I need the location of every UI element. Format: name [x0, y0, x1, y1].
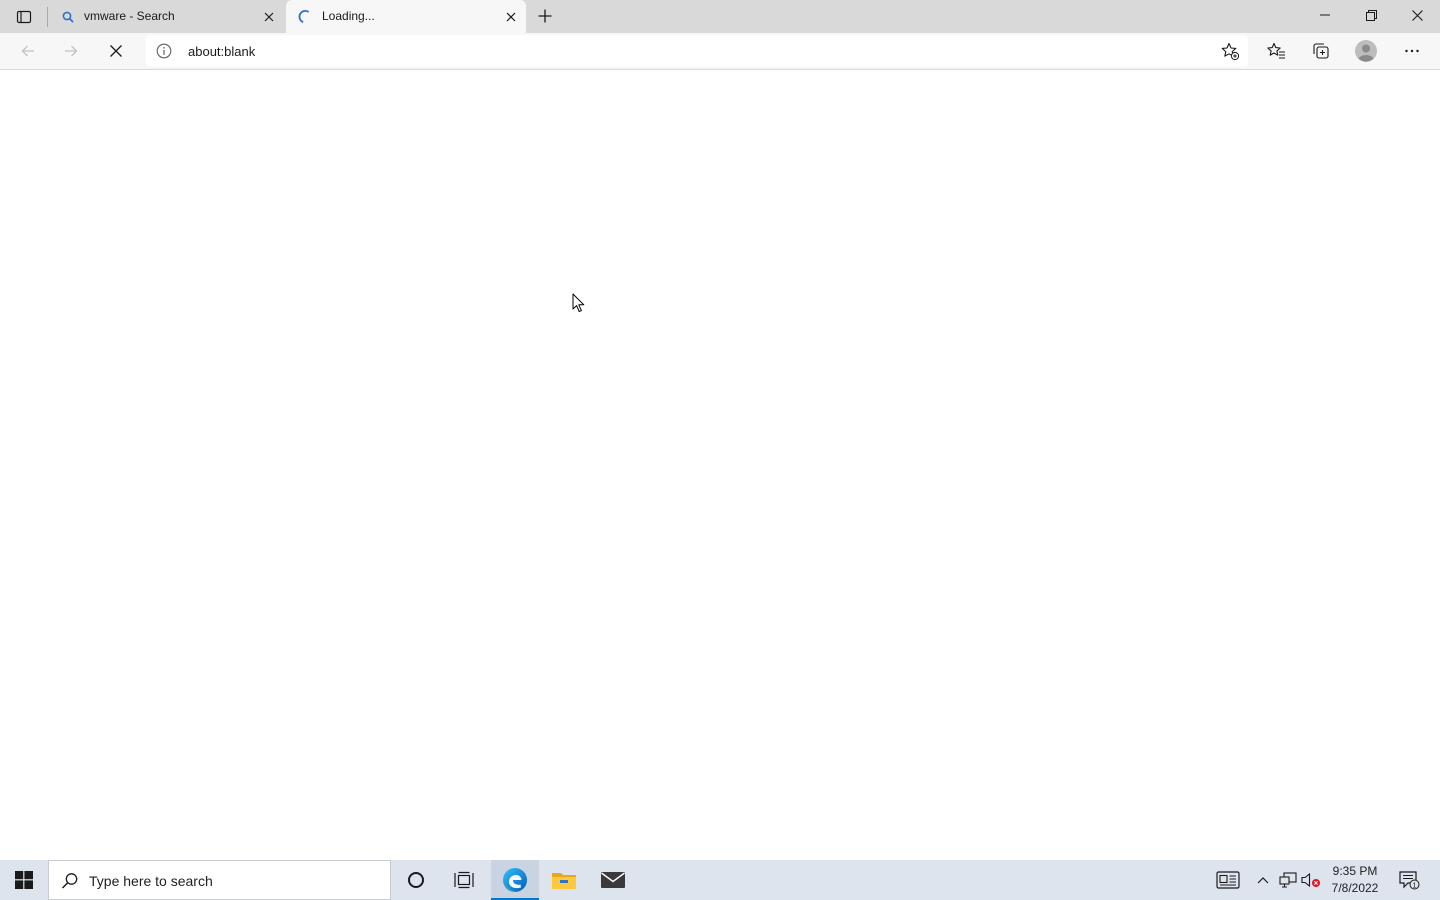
stop-loading-icon[interactable] [101, 37, 131, 65]
search-icon [61, 872, 79, 890]
taskbar-clock[interactable]: 9:35 PM 7/8/2022 [1326, 863, 1384, 897]
show-hidden-icons-chevron-icon[interactable] [1253, 860, 1273, 900]
restore-icon[interactable] [1348, 0, 1394, 30]
new-tab-plus-icon[interactable] [534, 5, 556, 27]
search-icon [60, 9, 76, 25]
minimize-icon[interactable] [1302, 0, 1348, 30]
mouse-cursor-icon [572, 293, 586, 313]
browser-toolbar: about:blank [0, 33, 1440, 70]
mail-icon[interactable] [589, 860, 637, 900]
tab-title: vmware - Search [84, 9, 175, 23]
forward-icon[interactable] [56, 37, 86, 65]
news-and-interests-icon[interactable] [1213, 860, 1243, 900]
taskbar-search-box[interactable]: Type here to search [48, 860, 391, 900]
tab-title: Loading... [322, 9, 375, 23]
edge-icon[interactable] [491, 860, 539, 900]
tab-actions-menu-icon[interactable] [8, 5, 40, 29]
close-tab-icon[interactable] [502, 8, 520, 26]
network-icon[interactable] [1277, 860, 1299, 900]
close-tab-icon[interactable] [260, 8, 278, 26]
taskbar: Type here to search 9:35 PM 7/8/2022 1 [0, 860, 1440, 900]
notification-count: 1 [1412, 880, 1416, 889]
back-icon[interactable] [13, 37, 43, 65]
info-icon[interactable] [156, 43, 172, 59]
clock-time: 9:35 PM [1332, 864, 1378, 878]
tab-vmware-search[interactable]: vmware - Search [48, 0, 284, 33]
profile-icon[interactable] [1351, 37, 1381, 65]
tab-strip: vmware - Search Loading... [0, 0, 1440, 33]
tab-loading[interactable]: Loading... [286, 0, 526, 33]
more-icon[interactable] [1397, 37, 1427, 65]
collections-icon[interactable] [1306, 37, 1336, 65]
notification-center-icon[interactable]: 1 [1394, 860, 1424, 900]
url-text[interactable]: about:blank [188, 44, 255, 59]
search-placeholder: Type here to search [89, 873, 213, 889]
file-explorer-icon[interactable] [540, 860, 588, 900]
page-content[interactable] [0, 70, 1440, 860]
cortana-icon[interactable] [392, 860, 440, 900]
clock-date: 7/8/2022 [1331, 881, 1379, 895]
windows-start-icon[interactable] [0, 860, 48, 900]
add-favorite-icon[interactable] [1218, 39, 1242, 63]
close-window-icon[interactable] [1394, 0, 1440, 30]
address-bar[interactable]: about:blank [146, 35, 1248, 67]
volume-muted-icon[interactable] [1300, 860, 1322, 900]
task-view-icon[interactable] [440, 860, 488, 900]
loading-spinner-icon [298, 9, 314, 25]
favorites-icon[interactable] [1261, 37, 1291, 65]
